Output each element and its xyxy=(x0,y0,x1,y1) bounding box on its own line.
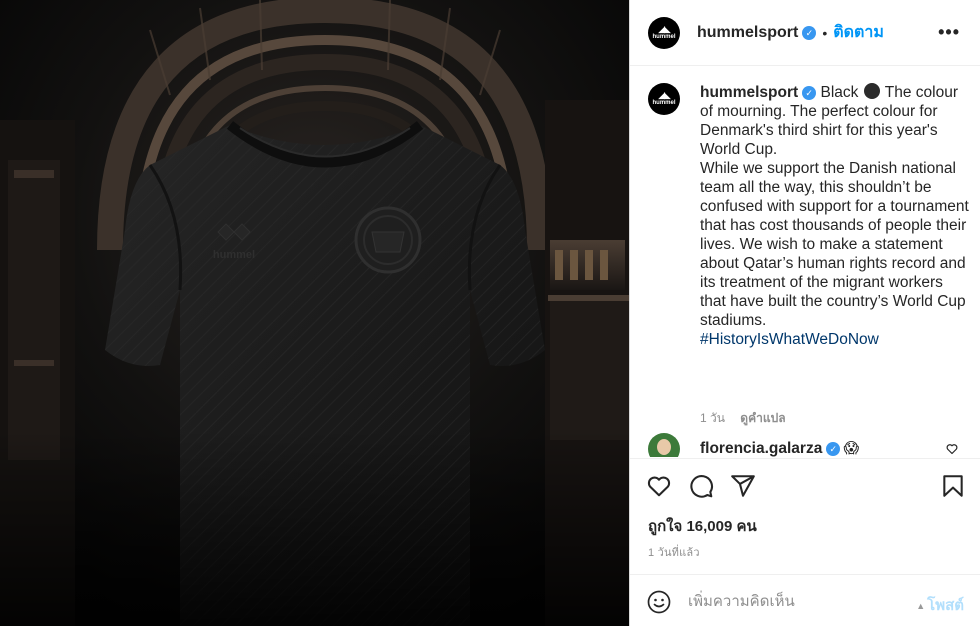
caption-body: hummelsport ✓ Black The colour of mournin… xyxy=(700,83,970,349)
profile-avatar[interactable]: ◢◣ hummel xyxy=(648,16,680,49)
translate-button[interactable]: ดูคำแปล xyxy=(740,411,785,425)
caption-avatar[interactable]: ◢◣ hummel xyxy=(648,83,680,115)
comment-icon[interactable] xyxy=(688,473,714,499)
comment-emoji: 😱 xyxy=(843,440,859,457)
caption-username[interactable]: hummelsport xyxy=(700,84,798,101)
caption-meta: 1 วัน ดูคำแปล xyxy=(700,409,786,428)
emoji-icon[interactable] xyxy=(647,590,671,614)
post-side-panel: ◢◣ hummel hummelsport ✓ • ติดตาม ••• ◢◣ … xyxy=(630,0,980,626)
caption-time: 1 วัน xyxy=(700,411,725,425)
hummel-logo-icon: ◢◣ xyxy=(658,23,671,34)
post-image[interactable]: hummel xyxy=(0,0,630,626)
avatar-logo-text: hummel xyxy=(652,100,676,106)
comment-username-line: florencia.galarza ✓ 😱 xyxy=(700,439,859,457)
post-comment-label: โพสต์ xyxy=(927,597,964,614)
verified-badge-icon: ✓ xyxy=(802,25,817,40)
jersey-photo: hummel xyxy=(0,0,629,626)
resize-caret-icon: ▲ xyxy=(916,601,926,611)
verified-badge-icon: ✓ xyxy=(802,86,817,100)
caption-text-start: Black xyxy=(820,84,859,101)
comments-section[interactable]: ◢◣ hummel hummelsport ✓ Black The colour … xyxy=(630,67,980,457)
header-username[interactable]: hummelsport xyxy=(697,24,798,42)
action-bar xyxy=(630,458,980,508)
header-separator: • xyxy=(822,24,828,41)
comment-username[interactable]: florencia.galarza xyxy=(700,440,822,457)
caption-text-paragraph: While we support the Danish national tea… xyxy=(700,160,969,329)
add-comment-bar: ▲โพสต์ xyxy=(630,574,980,626)
shirt-logo-text: hummel xyxy=(213,249,255,261)
follow-button[interactable]: ติดตาม xyxy=(833,20,884,45)
post-time[interactable]: 1 วันที่แล้ว xyxy=(648,543,700,561)
comment-item: florencia.galarza ✓ 😱 xyxy=(648,433,978,457)
caption-hashtag[interactable]: #HistoryIsWhatWeDoNow xyxy=(700,330,970,349)
post-header: ◢◣ hummel hummelsport ✓ • ติดตาม ••• xyxy=(630,0,980,66)
hummel-logo-icon: ◢◣ xyxy=(658,90,671,100)
comment-avatar[interactable] xyxy=(648,433,680,457)
small-heart-icon[interactable] xyxy=(946,443,958,455)
verified-badge-icon: ✓ xyxy=(826,442,841,456)
likes-count[interactable]: ถูกใจ 16,009 คน xyxy=(648,514,757,538)
black-circle-emoji-icon xyxy=(863,83,880,99)
post-comment-button[interactable]: ▲ โพสต์ xyxy=(916,593,964,617)
more-icon[interactable]: ••• xyxy=(938,22,960,43)
heart-icon[interactable] xyxy=(646,473,672,499)
share-icon[interactable] xyxy=(730,473,756,499)
avatar-logo-text: hummel xyxy=(652,33,676,40)
comment-input[interactable] xyxy=(688,587,898,615)
bookmark-icon[interactable] xyxy=(940,473,966,499)
